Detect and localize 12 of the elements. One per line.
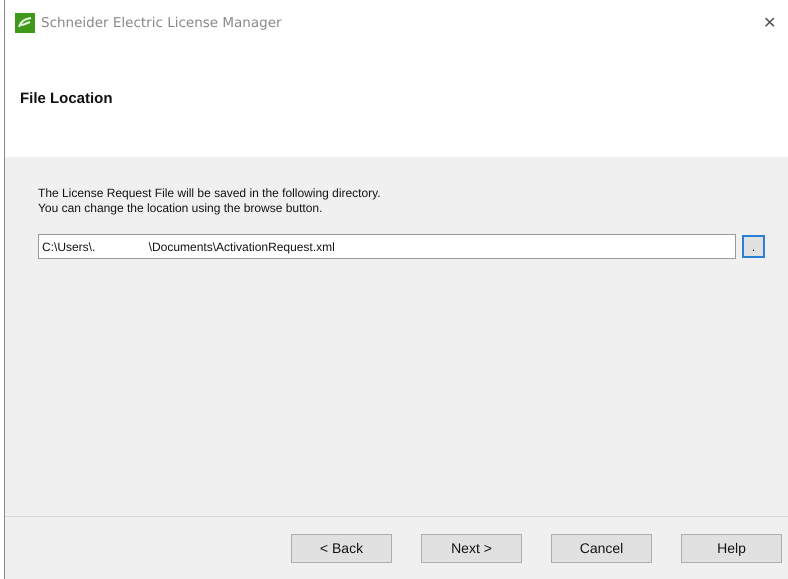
dialog-button[interactable]: < Back [291,534,392,562]
app-logo-icon [15,12,35,32]
dialog-button[interactable]: Next > [421,534,522,562]
instruction-text: The License Request File will be saved in the following directory. [38,186,382,201]
browse-button[interactable]: . [742,235,765,258]
window-title: Schneider Electric License Manager [41,14,283,30]
path-field[interactable]: C:\Users\. \Documents\ActivationRequest.xml [38,234,736,259]
dialog-button[interactable]: Help [681,534,782,562]
close-button[interactable]: ✕ [763,12,776,32]
page-title: File Location [20,90,113,107]
instruction-text: You can change the location using the browse button. [38,201,324,216]
dialog-button[interactable]: Cancel [551,534,652,562]
